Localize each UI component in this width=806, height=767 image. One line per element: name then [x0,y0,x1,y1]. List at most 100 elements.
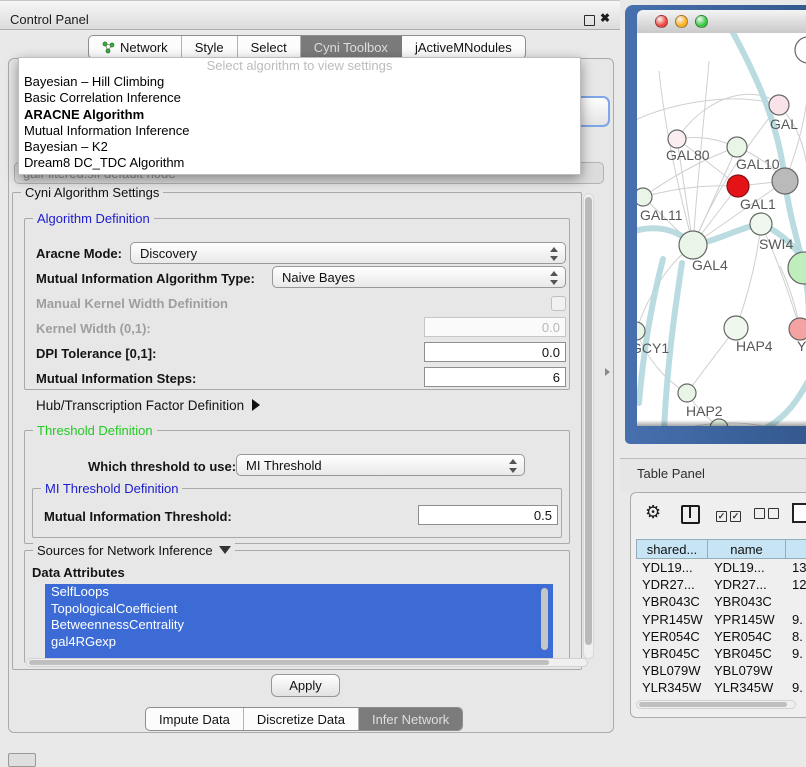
network-canvas[interactable]: GALGAL80GAL10GAL1GAL11SWI4GAL4GCY1HAP4YH… [637,33,806,426]
clear-all-checks-icon[interactable] [754,506,782,524]
kernel-width-input[interactable]: 0.0 [424,317,566,337]
close-traffic-light[interactable] [655,15,668,28]
minimize-traffic-light[interactable] [675,15,688,28]
table-cell [786,662,806,679]
hub-section-toggle[interactable]: Hub/Transcription Factor Definition [36,398,260,413]
node-swi4[interactable] [750,213,772,235]
node-label-hap4: HAP4 [736,338,773,354]
select-all-checks-icon[interactable]: ✓✓ [716,506,744,524]
mi-type-select[interactable]: Naive Bayes [272,266,566,288]
node-gal4[interactable] [679,231,707,259]
stepper-icon [509,459,517,473]
tab-label: Cyni Toolbox [314,40,388,55]
table-cell: YPR145W [708,611,786,628]
node-gal10[interactable] [727,137,747,157]
control-panel-tabbar: NetworkStyleSelect Cyni Toolbox jActiveMNo… [88,35,526,59]
table-row[interactable]: YPR145WYPR145W9. [636,611,806,628]
attribute-item-selfloops[interactable]: SelfLoops [45,584,553,601]
table-row[interactable]: YBL079WYBL079W [636,662,806,679]
export-table-icon[interactable] [792,503,806,523]
table-cell: 9. [786,679,806,696]
table-cell: 12 [786,576,806,593]
mi-threshold-legend: MI Threshold Definition [41,481,182,496]
mi-threshold-input[interactable]: 0.5 [418,505,558,525]
data-attributes-list[interactable]: SelfLoopsTopologicalCoefficientBetweenne… [45,584,553,658]
tab-style[interactable]: Style [182,36,238,58]
mi-steps-input[interactable]: 6 [424,367,566,387]
settings-hscrollbar[interactable] [26,658,588,667]
network-window-titlebar[interactable] [637,10,806,34]
sources-legend[interactable]: Sources for Network Inference [33,543,235,558]
node-unlabeled[interactable] [788,252,806,284]
node-y[interactable] [789,318,806,340]
table-row[interactable]: YIL052CYIL052C9 [636,697,806,698]
node-gal[interactable] [769,95,789,115]
node-label-hap2: HAP2 [686,403,723,419]
algorithm-option-basic-correlation-inference[interactable]: Basic Correlation Inference [19,90,580,106]
network-graph[interactable]: GALGAL80GAL10GAL1GAL11SWI4GAL4GCY1HAP4YH… [637,33,806,426]
table-row[interactable]: YBR045CYBR045C9. [636,645,806,662]
node-label-gal4: GAL4 [692,257,728,273]
column-header-name[interactable]: name [708,539,786,559]
tab-label: Discretize Data [257,712,345,727]
table-row[interactable]: YLR345WYLR345W9. [636,679,806,696]
panel-collapse-handle[interactable] [605,368,610,376]
attribute-item-betweennesscentrality[interactable]: BetweennessCentrality [45,617,553,634]
attribute-item-gal4rgexp[interactable]: gal4RGexp [45,634,553,651]
tab-jactivemnodules[interactable]: jActiveMNodules [402,36,525,58]
tab-infer-network[interactable]: Infer Network [359,708,462,730]
attribute-item-topologicalcoefficient[interactable]: TopologicalCoefficient [45,601,553,618]
algorithm-option-aracne-algorithm[interactable]: ARACNE Algorithm [19,107,580,123]
aracne-mode-label: Aracne Mode: [36,246,122,261]
node-hap4[interactable] [724,316,748,340]
node-gal1[interactable] [727,175,749,197]
table-header-row: shared...name [636,539,806,559]
table-panel-body: ⚙ ✓✓ shared...name YDL19...YDL19...13YDR… [630,492,806,718]
algorithm-option-bayesian-k2[interactable]: Bayesian – K2 [19,139,580,155]
table-row[interactable]: YDL19...YDL19...13 [636,559,806,576]
node-label-gal80: GAL80 [666,147,710,163]
algorithm-option-dream8-dc-tdc-algorithm[interactable]: Dream8 DC_TDC Algorithm [19,155,580,171]
aracne-mode-select[interactable]: Discovery [130,242,566,264]
float-window-icon[interactable] [584,15,595,26]
node-hap2[interactable] [678,384,696,402]
which-threshold-select[interactable]: MI Threshold [236,454,525,476]
split-columns-icon[interactable] [681,505,700,524]
tab-label: Impute Data [159,712,230,727]
node-label-gcy1: GCY1 [637,340,669,356]
table-cell: 13 [786,559,806,576]
table-cell: YDR27... [636,576,708,593]
zoom-traffic-light[interactable] [695,15,708,28]
tab-impute-data[interactable]: Impute Data [146,708,244,730]
node-gal11[interactable] [637,188,652,206]
tab-network[interactable]: Network [89,36,182,58]
tab-cyni-toolbox[interactable]: Cyni Toolbox [301,36,402,58]
apply-button[interactable]: Apply [271,674,340,697]
close-icon[interactable]: ✖ [600,11,610,25]
corner-widget[interactable] [8,753,36,767]
table-row[interactable]: YBR043CYBR043C [636,593,806,610]
list-scrollbar[interactable] [541,588,548,650]
column-header-shared[interactable]: shared... [636,539,708,559]
table-cell: YLR345W [636,679,708,696]
dpi-tolerance-input[interactable]: 0.0 [424,342,566,362]
node-label-y: Y [797,338,806,354]
gear-icon[interactable]: ⚙ [645,502,661,523]
column-header-extra[interactable] [786,539,806,559]
node-gal80[interactable] [668,130,686,148]
manual-kernel-checkbox[interactable] [551,296,566,311]
node-unlabeled[interactable] [795,37,806,63]
algorithm-option-mutual-information-inference[interactable]: Mutual Information Inference [19,123,580,139]
table-hscrollbar[interactable] [636,700,796,709]
manual-kernel-label: Manual Kernel Width Definition [36,296,228,311]
threshold-definition-legend: Threshold Definition [33,423,157,438]
table-row[interactable]: YER054CYER054C8. [636,628,806,645]
tab-select[interactable]: Select [238,36,301,58]
mi-threshold-label: Mutual Information Threshold: [44,509,232,524]
tab-discretize-data[interactable]: Discretize Data [244,708,359,730]
table-row[interactable]: YDR27...YDR27...12 [636,576,806,593]
network-window[interactable]: GALGAL80GAL10GAL1GAL11SWI4GAL4GCY1HAP4YH… [625,5,806,444]
settings-scrollbar[interactable] [583,193,594,659]
table-cell: 9. [786,645,806,662]
algorithm-option-bayesian-hill-climbing[interactable]: Bayesian – Hill Climbing [19,74,580,90]
